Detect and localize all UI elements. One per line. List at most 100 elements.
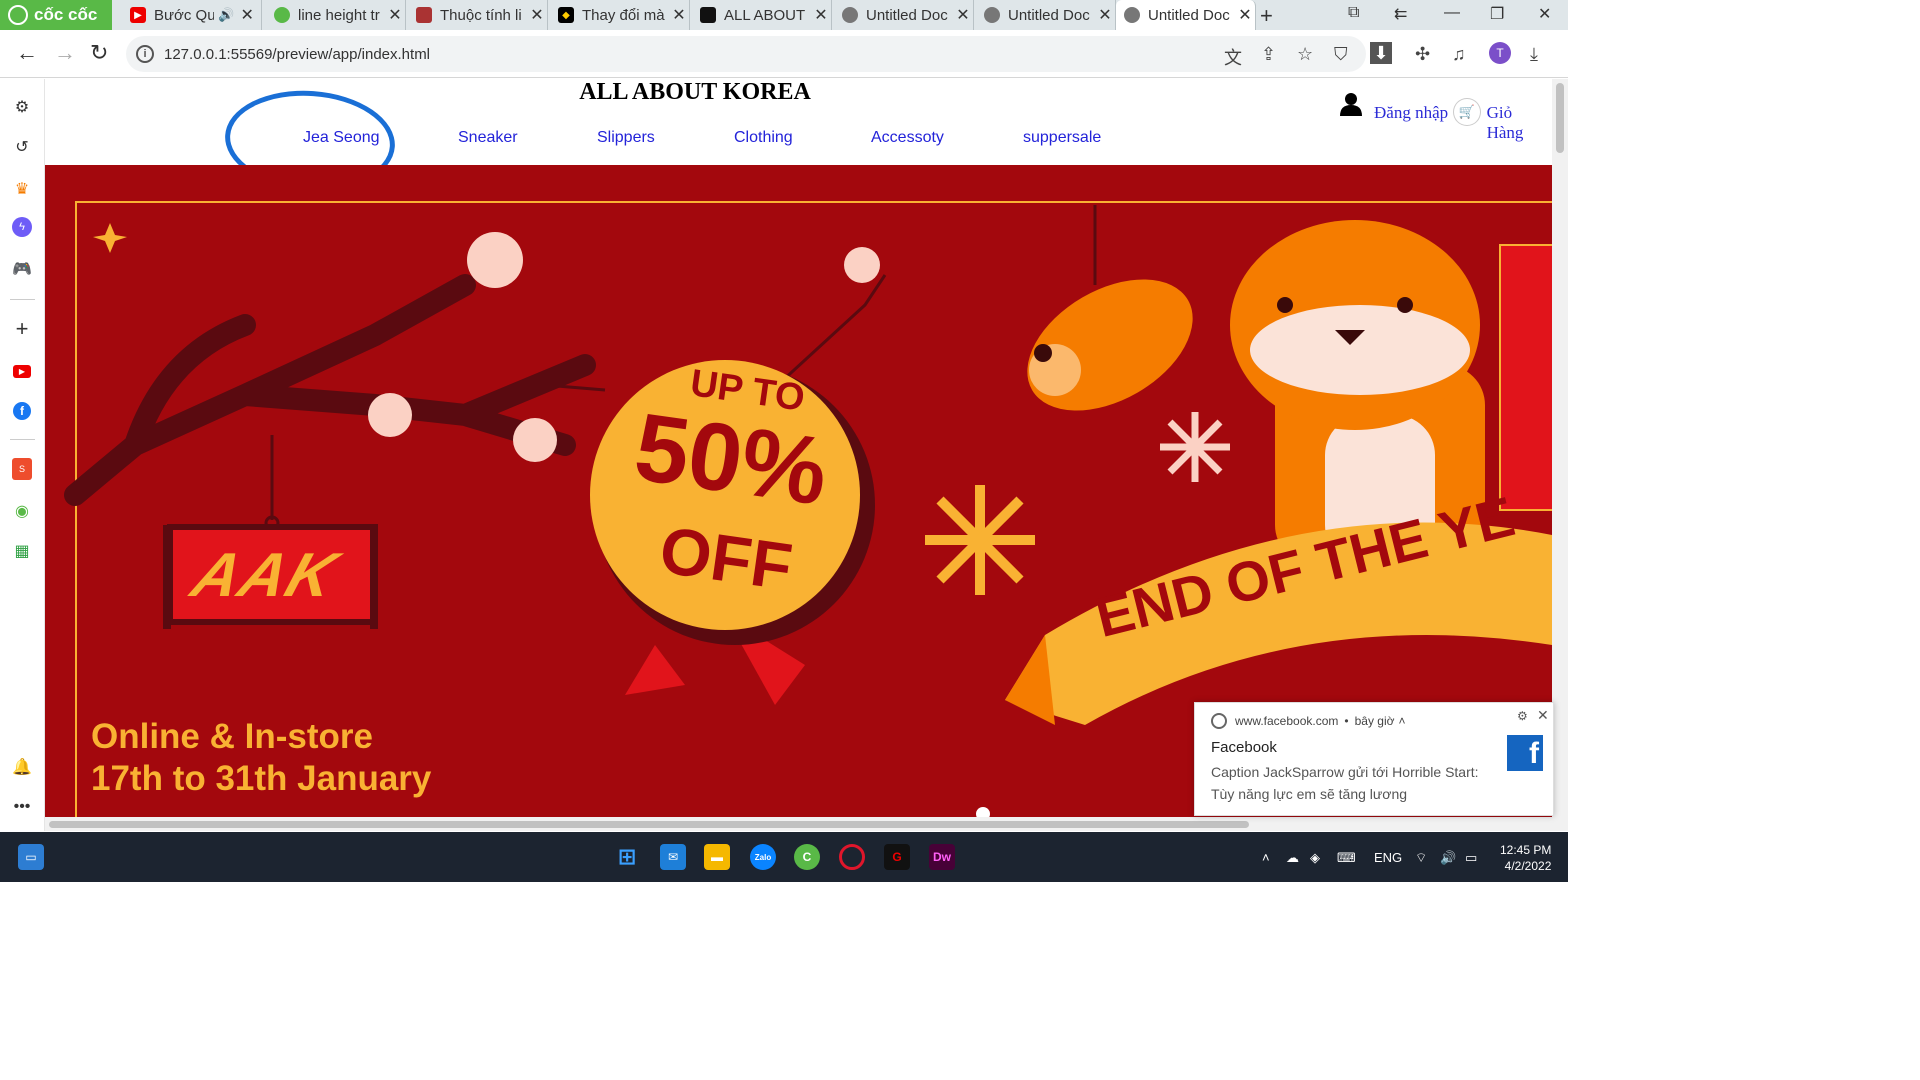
close-icon[interactable]: ✕ bbox=[530, 5, 544, 25]
info-icon[interactable]: i bbox=[136, 45, 154, 63]
folder-icon[interactable]: ▬ bbox=[704, 844, 730, 870]
shopee-icon[interactable]: S bbox=[10, 457, 34, 481]
back-arrows-icon[interactable]: ⇇ bbox=[1394, 4, 1407, 24]
gear-icon[interactable]: ⚙ bbox=[1517, 709, 1528, 723]
separator-dot: • bbox=[1344, 714, 1349, 728]
volume-icon[interactable]: 🔊 bbox=[1440, 850, 1456, 866]
star-icon[interactable]: ☆ bbox=[1297, 44, 1313, 65]
cart-area[interactable]: 🛒 Giỏ Hàng bbox=[1453, 81, 1552, 143]
dreamweaver-icon[interactable]: Dw bbox=[929, 844, 955, 870]
screenshot-icon[interactable]: ⧉ bbox=[1348, 4, 1359, 22]
opera-icon[interactable] bbox=[839, 844, 865, 870]
tab-7[interactable]: Untitled Doc ✕ bbox=[974, 0, 1116, 30]
youtube-icon[interactable]: ▶ bbox=[10, 359, 34, 383]
sidebar-divider bbox=[10, 299, 35, 300]
cloud-icon[interactable]: ☁ bbox=[1286, 850, 1299, 866]
wifi-icon[interactable]: ⌔ bbox=[1415, 850, 1427, 866]
translate-icon[interactable]: 文 bbox=[1224, 44, 1242, 70]
messenger-icon[interactable]: ϟ bbox=[12, 217, 32, 237]
cart-link[interactable]: Giỏ Hàng bbox=[1487, 103, 1552, 143]
menu-clothing[interactable]: Clothing bbox=[734, 129, 793, 147]
coccoc-logo[interactable]: cốc cốc bbox=[0, 0, 112, 30]
add-icon[interactable]: + bbox=[10, 316, 34, 341]
tab-2[interactable]: line height tr ✕ bbox=[264, 0, 406, 30]
clock[interactable]: 12:45 PM 4/2/2022 bbox=[1500, 842, 1551, 874]
back-icon[interactable]: ← bbox=[16, 40, 38, 66]
speaker-icon[interactable]: 🔊 bbox=[218, 7, 234, 23]
maximize-button[interactable]: ❐ bbox=[1490, 4, 1504, 24]
aak-sign-text: AAK bbox=[183, 541, 347, 610]
close-window-button[interactable]: ✕ bbox=[1538, 4, 1551, 24]
vertical-scrollbar[interactable] bbox=[1552, 79, 1568, 831]
dropbox-icon[interactable]: ◈ bbox=[1310, 850, 1320, 866]
tray-chevron-icon[interactable]: ˄ bbox=[1262, 850, 1270, 865]
carousel-dot[interactable] bbox=[976, 807, 990, 817]
close-icon[interactable]: ✕ bbox=[1098, 5, 1112, 25]
close-icon[interactable]: ✕ bbox=[672, 5, 686, 25]
playlist-icon[interactable]: ♫ bbox=[1452, 44, 1466, 65]
tab-6[interactable]: Untitled Doc ✕ bbox=[832, 0, 974, 30]
tab-3[interactable]: Thuộc tính li ✕ bbox=[406, 0, 548, 30]
more-icon[interactable]: ••• bbox=[10, 795, 34, 819]
tab-label: ALL ABOUT I bbox=[724, 6, 808, 24]
tab-5[interactable]: ALL ABOUT I ✕ bbox=[690, 0, 832, 30]
facebook-icon[interactable]: f bbox=[10, 399, 34, 423]
spreadsheet-icon[interactable]: ▦ bbox=[10, 539, 34, 563]
windows-start-icon[interactable]: ⊞ bbox=[614, 844, 640, 870]
tab-label: Untitled Doc bbox=[1148, 6, 1230, 24]
globe-icon bbox=[984, 7, 1000, 23]
facebook-notification[interactable]: www.facebook.com • bây giờ ˄ ⚙ ✕ Faceboo… bbox=[1194, 702, 1554, 816]
game-icon[interactable]: G bbox=[884, 844, 910, 870]
download-ext-icon[interactable]: ⬇ bbox=[1370, 42, 1392, 64]
gear-icon[interactable]: ⚙ bbox=[10, 95, 34, 119]
share-icon[interactable]: ⇪ bbox=[1261, 44, 1276, 65]
tab-4[interactable]: ◆ Thay đổi mà ✕ bbox=[548, 0, 690, 30]
coccoc-icon[interactable]: C bbox=[794, 844, 820, 870]
close-icon[interactable]: ✕ bbox=[1537, 707, 1549, 724]
minimize-button[interactable]: — bbox=[1444, 4, 1460, 22]
login-link[interactable]: Đăng nhập bbox=[1374, 103, 1448, 123]
coccoc-green-icon[interactable]: ◉ bbox=[10, 499, 34, 523]
puzzle-icon[interactable]: ✣ bbox=[1415, 44, 1430, 65]
forward-icon[interactable]: → bbox=[54, 40, 76, 66]
horizontal-scrollbar[interactable] bbox=[45, 817, 1552, 831]
close-icon[interactable]: ✕ bbox=[814, 5, 828, 25]
language-indicator[interactable]: ENG bbox=[1374, 850, 1402, 865]
menu-suppersale[interactable]: suppersale bbox=[1023, 129, 1101, 147]
tab-8-active[interactable]: Untitled Doc ✕ bbox=[1116, 0, 1256, 30]
url-text[interactable]: 127.0.0.1:55569/preview/app/index.html bbox=[164, 46, 430, 63]
crown-icon[interactable]: ♛ bbox=[10, 177, 34, 201]
mail-icon[interactable]: ✉ bbox=[660, 844, 686, 870]
chevron-up-icon[interactable]: ˄ bbox=[1398, 714, 1405, 728]
menu-accessoty[interactable]: Accessoty bbox=[871, 129, 944, 147]
menu-sneaker[interactable]: Sneaker bbox=[458, 129, 518, 147]
bell-icon[interactable]: 🔔 bbox=[10, 755, 34, 779]
scroll-thumb[interactable] bbox=[1556, 83, 1564, 153]
address-bar[interactable]: i 127.0.0.1:55569/preview/app/index.html bbox=[126, 36, 1366, 72]
download-icon[interactable]: ⤓ bbox=[1530, 44, 1538, 65]
login-area[interactable]: Đăng nhập bbox=[1340, 85, 1448, 123]
new-tab-button[interactable]: + bbox=[1260, 3, 1273, 29]
close-icon[interactable]: ✕ bbox=[1238, 5, 1252, 25]
menu-slippers[interactable]: Slippers bbox=[597, 129, 655, 147]
profile-avatar[interactable]: T bbox=[1489, 42, 1511, 64]
history-icon[interactable]: ↺ bbox=[10, 135, 34, 159]
shield-icon[interactable]: ⛉ bbox=[1334, 44, 1348, 65]
desktop-icon[interactable]: ▭ bbox=[18, 844, 44, 870]
zalo-icon[interactable]: Zalo bbox=[750, 844, 776, 870]
tab-1[interactable]: ▶ Bước Qu 🔊 ✕ bbox=[120, 0, 262, 30]
close-icon[interactable]: ✕ bbox=[388, 5, 402, 25]
banner-footer-line1: Online & In-store bbox=[91, 717, 373, 756]
battery-icon[interactable]: ▭ bbox=[1465, 850, 1477, 866]
scroll-thumb[interactable] bbox=[49, 821, 1249, 828]
close-icon[interactable]: ✕ bbox=[240, 5, 254, 25]
menu-jea-seong[interactable]: Jea Seong bbox=[303, 129, 380, 147]
reload-icon[interactable]: ↻ bbox=[90, 40, 108, 66]
close-icon[interactable]: ✕ bbox=[956, 5, 970, 25]
keyboard-icon[interactable]: ⌨ bbox=[1337, 850, 1356, 866]
clock-time: 12:45 PM bbox=[1500, 843, 1552, 857]
tab-label: Untitled Doc bbox=[866, 6, 948, 24]
gamepad-icon[interactable]: 🎮 bbox=[10, 257, 34, 281]
notification-source: www.facebook.com • bây giờ ˄ bbox=[1211, 713, 1406, 729]
notification-time: bây giờ bbox=[1354, 714, 1395, 728]
